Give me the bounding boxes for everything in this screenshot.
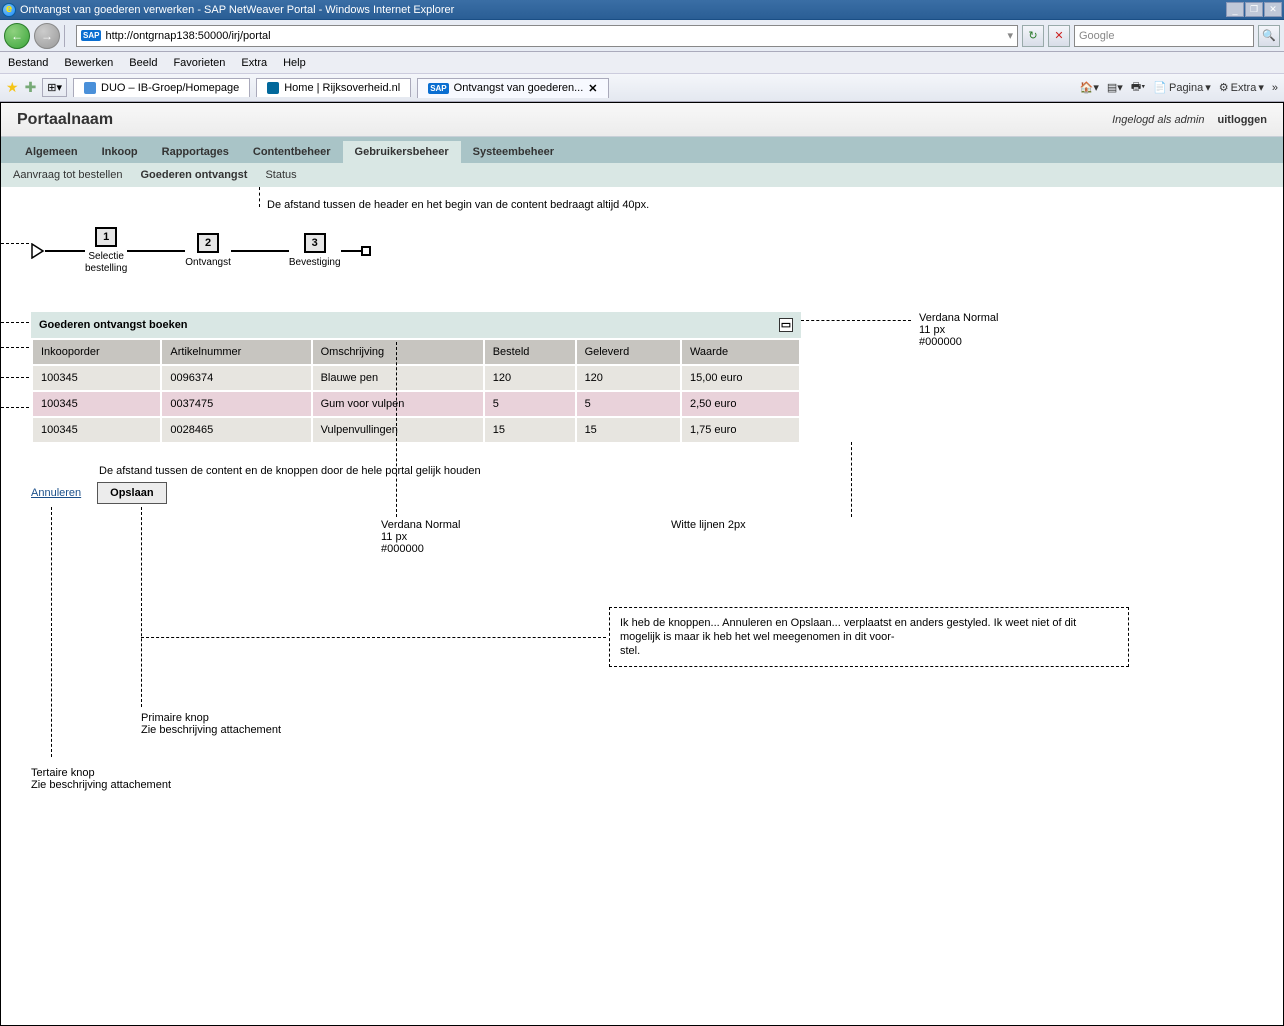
col-besteld: Besteld [485, 340, 575, 364]
nav-algemeen[interactable]: Algemeen [13, 141, 90, 163]
rss-icon[interactable]: ▤▾ [1107, 81, 1123, 94]
minimize-button[interactable]: _ [1226, 2, 1244, 17]
wizard-steps: 1 Selectie bestelling 2 Ontvangst 3 Beve… [31, 227, 371, 275]
col-geleverd: Geleverd [577, 340, 680, 364]
nav-contentbeheer[interactable]: Contentbeheer [241, 141, 343, 163]
browser-menubar: Bestand Bewerken Beeld Favorieten Extra … [0, 52, 1284, 74]
print-icon[interactable]: 🖶▾ [1131, 78, 1145, 97]
add-favorite-icon[interactable]: ✚ [25, 79, 37, 96]
step-number: 1 [95, 227, 117, 247]
nav-inkoop[interactable]: Inkoop [90, 141, 150, 163]
step-label: Bevestiging [289, 257, 341, 269]
menu-extra[interactable]: Extra [241, 57, 267, 69]
nav-systeembeheer[interactable]: Systeembeheer [461, 141, 566, 163]
tab-close-icon[interactable]: ✕ [588, 82, 597, 95]
search-button[interactable]: 🔍 [1258, 25, 1280, 47]
toolbar-right: 🏠▾ ▤▾ 🖶▾ 📄 Pagina ▾ ⚙ Extra ▾ » [1080, 78, 1278, 97]
url-text: http://ontgrnap138:50000/irj/portal [105, 30, 270, 42]
search-placeholder: Google [1079, 30, 1114, 42]
subnav-status[interactable]: Status [265, 169, 296, 181]
page-viewport: Portaalnaam Ingelogd als admin uitloggen… [0, 102, 1284, 1026]
col-artikelnummer: Artikelnummer [162, 340, 310, 364]
sub-nav: Aanvraag tot bestellen Goederen ontvangs… [1, 163, 1283, 187]
favicon-icon: SAP [428, 83, 448, 94]
chevron-icon[interactable]: » [1272, 82, 1278, 94]
logout-link[interactable]: uitloggen [1218, 114, 1268, 126]
window-buttons: _ ❐ ✕ [1226, 2, 1282, 17]
tools-menu[interactable]: ⚙ Extra ▾ [1219, 81, 1264, 94]
annotation-font-mid: Verdana Normal 11 px #000000 [381, 519, 461, 555]
table-row[interactable]: 100345 0037475 Gum voor vulpen 5 5 2,50 … [33, 392, 799, 416]
step-label: Selectie bestelling [85, 251, 127, 275]
annotation-white-lines: Witte lijnen 2px [671, 519, 746, 531]
nav-gebruikersbeheer[interactable]: Gebruikersbeheer [343, 141, 461, 163]
favorites-star-icon[interactable]: ★ [6, 79, 19, 96]
wizard-end-icon [361, 246, 371, 256]
quicktabs-icon[interactable]: ⊞▾ [42, 78, 67, 97]
menu-favorieten[interactable]: Favorieten [173, 57, 225, 69]
window-titlebar: Ontvangst van goederen verwerken - SAP N… [0, 0, 1284, 20]
step-number: 2 [197, 233, 219, 253]
tab-label: Home | Rijksoverheid.nl [284, 82, 400, 94]
subnav-goederen[interactable]: Goederen ontvangst [140, 169, 247, 181]
annotation-font-right: Verdana Normal 11 px #000000 [919, 312, 999, 348]
panel-collapse-icon[interactable]: ▭ [779, 318, 793, 332]
browser-navbar: ← → SAP http://ontgrnap138:50000/irj/por… [0, 20, 1284, 52]
wizard-step-3[interactable]: 3 Bevestiging [289, 233, 341, 269]
stop-button[interactable]: ✕ [1048, 25, 1070, 47]
subnav-aanvraag[interactable]: Aanvraag tot bestellen [13, 169, 122, 181]
goods-receipt-panel: Goederen ontvangst boeken ▭ Inkooporder … [31, 312, 801, 444]
browser-tab-duo[interactable]: DUO – IB-Groep/Homepage [73, 78, 250, 97]
table-row[interactable]: 100345 0096374 Blauwe pen 120 120 15,00 … [33, 366, 799, 390]
wizard-step-1[interactable]: 1 Selectie bestelling [85, 227, 127, 275]
favicon-icon [84, 82, 96, 94]
save-button[interactable]: Opslaan [97, 482, 166, 504]
annotation-tertiary: Tertaire knop Zie beschrijving attacheme… [31, 767, 171, 791]
annotation-header-spacing: De afstand tussen de header en het begin… [267, 199, 649, 211]
search-input[interactable]: Google [1074, 25, 1254, 47]
browser-tab-ontvangst[interactable]: SAP Ontvangst van goederen... ✕ [417, 78, 608, 98]
portal-header: Portaalnaam Ingelogd als admin uitloggen [1, 103, 1283, 137]
ie-icon [2, 3, 16, 17]
menu-bestand[interactable]: Bestand [8, 57, 48, 69]
page-title: Portaalnaam [17, 111, 113, 129]
tab-label: DUO – IB-Groep/Homepage [101, 82, 239, 94]
panel-title: Goederen ontvangst boeken [39, 319, 188, 331]
menu-beeld[interactable]: Beeld [129, 57, 157, 69]
close-button[interactable]: ✕ [1264, 2, 1282, 17]
browser-toolbar: ★ ✚ ⊞▾ DUO – IB-Groep/Homepage Home | Ri… [0, 74, 1284, 102]
annotation-spacing: De afstand tussen de content en de knopp… [99, 465, 481, 477]
dropdown-icon[interactable]: ▾ [1007, 29, 1013, 42]
menu-help[interactable]: Help [283, 57, 306, 69]
menu-bewerken[interactable]: Bewerken [64, 57, 113, 69]
annotation-infobox: Ik heb de knoppen... Annuleren en Opslaa… [609, 607, 1129, 667]
logged-in-label: Ingelogd als admin [1112, 114, 1204, 126]
cancel-button[interactable]: Annuleren [31, 487, 81, 499]
nav-rapportages[interactable]: Rapportages [150, 141, 241, 163]
home-icon[interactable]: 🏠▾ [1080, 81, 1099, 94]
back-button[interactable]: ← [4, 23, 30, 49]
goods-table: Inkooporder Artikelnummer Omschrijving B… [31, 338, 801, 444]
browser-tab-rijksoverheid[interactable]: Home | Rijksoverheid.nl [256, 78, 411, 97]
window-title: Ontvangst van goederen verwerken - SAP N… [20, 4, 454, 16]
main-nav: Algemeen Inkoop Rapportages Contentbehee… [1, 137, 1283, 163]
wizard-step-2[interactable]: 2 Ontvangst [185, 233, 231, 269]
tab-label: Ontvangst van goederen... [454, 82, 584, 94]
step-label: Ontvangst [185, 257, 231, 269]
col-omschrijving: Omschrijving [313, 340, 483, 364]
favicon-icon [267, 82, 279, 94]
refresh-button[interactable]: ↻ [1022, 25, 1044, 47]
sap-favicon-icon: SAP [81, 30, 101, 41]
maximize-button[interactable]: ❐ [1245, 2, 1263, 17]
step-number: 3 [304, 233, 326, 253]
forward-button[interactable]: → [34, 23, 60, 49]
page-menu[interactable]: 📄 Pagina ▾ [1153, 81, 1211, 94]
annotation-primary: Primaire knop Zie beschrijving attacheme… [141, 712, 281, 736]
col-inkooporder: Inkooporder [33, 340, 160, 364]
address-bar[interactable]: SAP http://ontgrnap138:50000/irj/portal … [76, 25, 1018, 47]
table-row[interactable]: 100345 0028465 Vulpenvullingen 15 15 1,7… [33, 418, 799, 442]
wizard-start-icon [31, 243, 45, 259]
col-waarde: Waarde [682, 340, 799, 364]
